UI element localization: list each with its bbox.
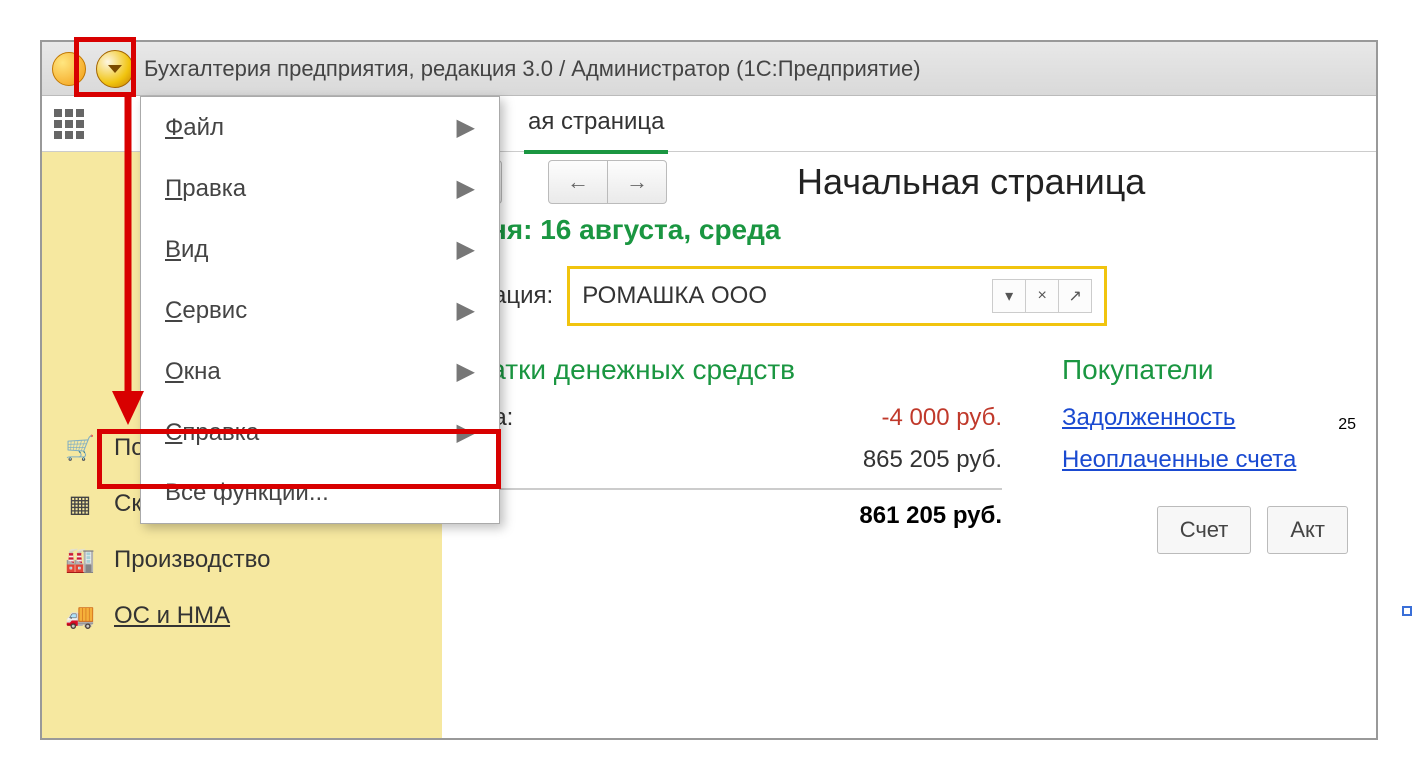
main-menu-dropdown-button[interactable]	[96, 50, 134, 88]
customer-row-value: 25	[1338, 416, 1356, 434]
chevron-right-icon: ▶	[457, 174, 475, 203]
invoice-button[interactable]: Счет	[1157, 506, 1252, 554]
organization-value: РОМАШКА ООО	[582, 282, 993, 310]
today-line: тодня: 16 августа, среда	[442, 214, 1356, 246]
act-button[interactable]: Акт	[1267, 506, 1348, 554]
today-value: 16 августа, среда	[540, 214, 780, 245]
sidebar-item-production[interactable]: 🏭 Производство	[42, 532, 442, 588]
grid-icon: ▦	[66, 490, 94, 518]
org-dropdown-button[interactable]: ▾	[992, 279, 1026, 313]
balance-row: Касса: -4 000 руб.	[442, 404, 1002, 432]
customer-row: Задолженность 25	[1062, 404, 1356, 446]
menu-item-file[interactable]: Файл ▶	[141, 97, 499, 158]
main-dropdown-menu: Файл ▶ Правка ▶ Вид ▶ Сервис ▶ Окна ▶ Сп…	[140, 96, 500, 524]
factory-icon: 🏭	[66, 546, 94, 574]
menu-item-help[interactable]: Справка ▶	[141, 402, 499, 463]
balance-row-value: -4 000 руб.	[882, 404, 1002, 432]
main-content: ☆ ← → Начальная страница тодня: 16 авгус…	[442, 152, 1376, 738]
arrow-right-icon: →	[626, 169, 648, 195]
nav-back-button[interactable]: ←	[548, 160, 608, 204]
menu-item-service[interactable]: Сервис ▶	[141, 280, 499, 341]
arrow-left-icon: ←	[567, 169, 589, 195]
tab-start-page[interactable]: ая страница	[524, 94, 668, 154]
org-clear-button[interactable]: ×	[1025, 279, 1059, 313]
customers-panel: Покупатели Задолженность 25 Неоплаченные…	[1062, 354, 1356, 554]
caret-down-icon: ▾	[1005, 286, 1013, 306]
balances-panel: Остатки денежных средств Касса: -4 000 р…	[442, 354, 1002, 554]
balance-row-value: 865 205 руб.	[863, 446, 1002, 474]
org-open-button[interactable]: ↗	[1058, 279, 1092, 313]
window-title: Бухгалтерия предприятия, редакция 3.0 / …	[144, 56, 921, 82]
organization-row: анизация: РОМАШКА ООО ▾ × ↗	[442, 266, 1356, 326]
balances-total: 861 205 руб.	[442, 502, 1002, 530]
menu-item-label: Все функции...	[165, 479, 329, 507]
columns: Остатки денежных средств Касса: -4 000 р…	[442, 354, 1356, 554]
chevron-right-icon: ▶	[457, 357, 475, 386]
resize-handle-icon[interactable]	[1402, 606, 1412, 616]
menu-item-edit[interactable]: Правка ▶	[141, 158, 499, 219]
organization-field[interactable]: РОМАШКА ООО ▾ × ↗	[567, 266, 1107, 326]
balances-title: Остатки денежных средств	[442, 354, 1002, 386]
menu-item-windows[interactable]: Окна ▶	[141, 341, 499, 402]
app-logo-icon	[52, 52, 86, 86]
sidebar-item-label: Производство	[114, 546, 270, 574]
menu-item-view[interactable]: Вид ▶	[141, 219, 499, 280]
divider	[442, 488, 1002, 490]
apps-grid-icon[interactable]	[54, 109, 84, 139]
link-unpaid-invoices[interactable]: Неоплаченные счета	[1062, 446, 1296, 474]
balance-row: Банк: 865 205 руб.	[442, 446, 1002, 474]
sidebar-item-label: ОС и НМА	[114, 602, 230, 630]
sidebar-item-os-nma[interactable]: 🚚 ОС и НМА	[42, 588, 442, 644]
customers-title: Покупатели	[1062, 354, 1356, 386]
menu-item-all-functions[interactable]: Все функции...	[141, 463, 499, 523]
nav-toolbar: ☆ ← → Начальная страница	[442, 160, 1356, 204]
chevron-down-icon	[108, 65, 122, 73]
cart-icon: 🛒	[66, 434, 94, 462]
nav-forward-button[interactable]: →	[607, 160, 667, 204]
action-buttons: Счет Акт	[1062, 506, 1356, 554]
page-title: Начальная страница	[797, 161, 1145, 203]
chevron-right-icon: ▶	[457, 113, 475, 142]
link-debt[interactable]: Задолженность	[1062, 404, 1235, 432]
truck-icon: 🚚	[66, 602, 94, 630]
customer-row: Неоплаченные счета	[1062, 446, 1356, 488]
open-external-icon: ↗	[1068, 286, 1081, 306]
chevron-right-icon: ▶	[457, 235, 475, 264]
titlebar: Бухгалтерия предприятия, редакция 3.0 / …	[42, 42, 1376, 96]
chevron-right-icon: ▶	[457, 418, 475, 447]
close-icon: ×	[1038, 287, 1047, 305]
chevron-right-icon: ▶	[457, 296, 475, 325]
